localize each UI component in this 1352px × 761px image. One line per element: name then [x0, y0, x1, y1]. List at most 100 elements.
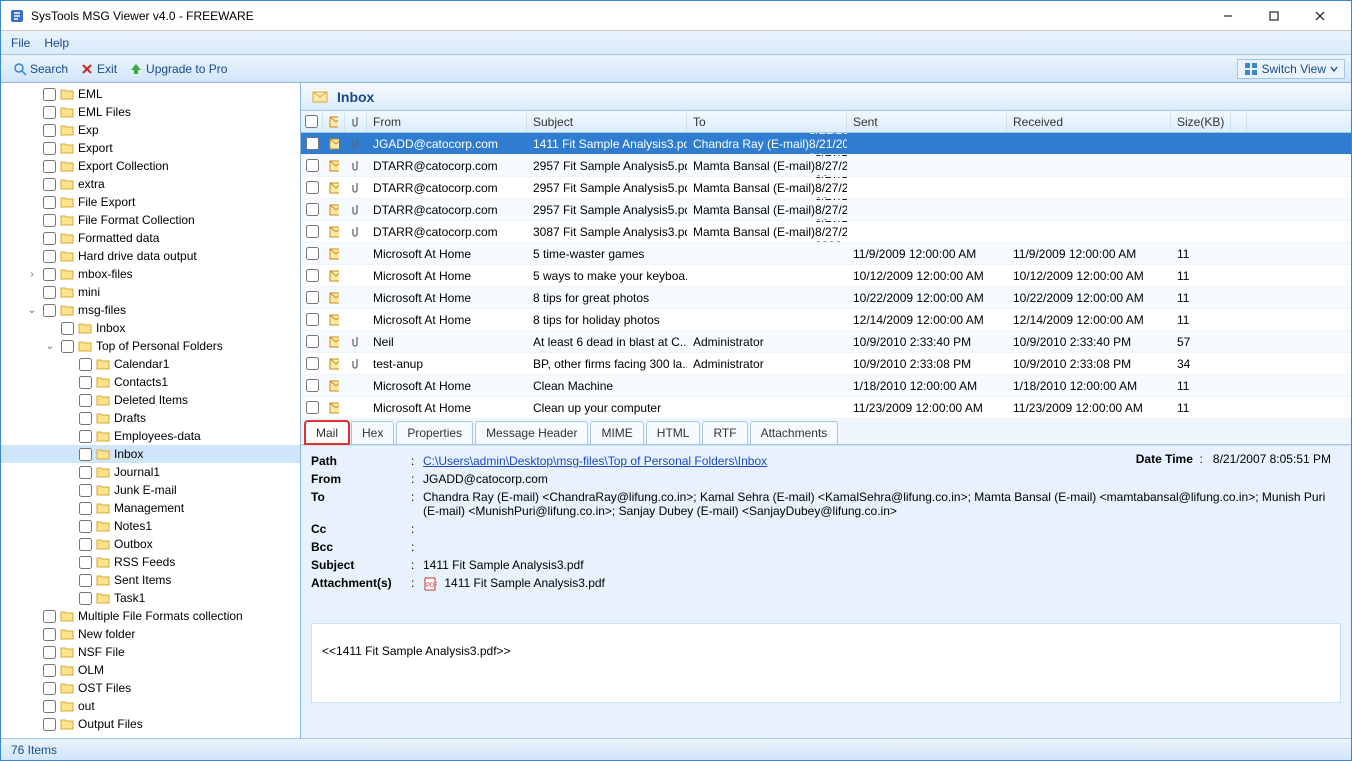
tab-message-header[interactable]: Message Header: [475, 421, 588, 444]
row-checkbox[interactable]: [306, 357, 319, 370]
tree-item[interactable]: Outbox: [1, 535, 300, 553]
tree-item[interactable]: Drafts: [1, 409, 300, 427]
tree-checkbox[interactable]: [79, 520, 92, 533]
tree-item[interactable]: OST Files: [1, 679, 300, 697]
tree-item[interactable]: Task1: [1, 589, 300, 607]
tree-item[interactable]: mini: [1, 283, 300, 301]
col-received[interactable]: Received: [1007, 111, 1171, 132]
tree-checkbox[interactable]: [43, 88, 56, 101]
tree-checkbox[interactable]: [43, 628, 56, 641]
tree-checkbox[interactable]: [61, 340, 74, 353]
tree-item[interactable]: extra: [1, 175, 300, 193]
tree-item[interactable]: Contacts1: [1, 373, 300, 391]
tree-checkbox[interactable]: [79, 556, 92, 569]
mail-row[interactable]: NeilAt least 6 dead in blast at C...Admi…: [301, 331, 1351, 353]
mail-row[interactable]: DTARR@catocorp.com2957 Fit Sample Analys…: [301, 155, 1351, 177]
tree-item[interactable]: Exp: [1, 121, 300, 139]
search-button[interactable]: Search: [7, 60, 74, 78]
upgrade-button[interactable]: Upgrade to Pro: [123, 60, 233, 78]
select-all-checkbox[interactable]: [305, 115, 318, 128]
tree-item[interactable]: File Export: [1, 193, 300, 211]
tree-checkbox[interactable]: [43, 682, 56, 695]
tree-checkbox[interactable]: [79, 358, 92, 371]
tree-item[interactable]: ›mbox-files: [1, 265, 300, 283]
tree-checkbox[interactable]: [43, 718, 56, 731]
col-checkbox[interactable]: [301, 111, 323, 132]
mail-row[interactable]: JGADD@catocorp.com1411 Fit Sample Analys…: [301, 133, 1351, 155]
tree-checkbox[interactable]: [79, 466, 92, 479]
tree-checkbox[interactable]: [43, 250, 56, 263]
tree-item[interactable]: Export: [1, 139, 300, 157]
tree-checkbox[interactable]: [43, 196, 56, 209]
tree-item[interactable]: Employees-data: [1, 427, 300, 445]
tree-item[interactable]: EML Files: [1, 103, 300, 121]
tree-checkbox[interactable]: [79, 430, 92, 443]
tree-item[interactable]: ⌄Top of Personal Folders: [1, 337, 300, 355]
tab-attachments[interactable]: Attachments: [750, 421, 839, 444]
tree-item[interactable]: ⌄msg-files: [1, 301, 300, 319]
row-checkbox[interactable]: [306, 203, 319, 216]
mail-grid[interactable]: JGADD@catocorp.com1411 Fit Sample Analys…: [301, 133, 1351, 419]
mail-row[interactable]: test-anupBP, other firms facing 300 la..…: [301, 353, 1351, 375]
row-checkbox[interactable]: [306, 291, 319, 304]
tree-item[interactable]: RSS Feeds: [1, 553, 300, 571]
mail-row[interactable]: Microsoft At Home8 tips for holiday phot…: [301, 309, 1351, 331]
tree-item[interactable]: Inbox: [1, 319, 300, 337]
tree-checkbox[interactable]: [79, 376, 92, 389]
tree-checkbox[interactable]: [43, 178, 56, 191]
mail-row[interactable]: Microsoft At Home5 time-waster games11/9…: [301, 243, 1351, 265]
tree-item[interactable]: out: [1, 697, 300, 715]
tab-mime[interactable]: MIME: [590, 421, 643, 444]
tree-item[interactable]: Sent Items: [1, 571, 300, 589]
tree-item[interactable]: NSF File: [1, 643, 300, 661]
col-envelope-icon[interactable]: [323, 111, 345, 132]
tree-item[interactable]: Deleted Items: [1, 391, 300, 409]
path-link[interactable]: C:\Users\admin\Desktop\msg-files\Top of …: [423, 454, 767, 468]
tree-checkbox[interactable]: [43, 268, 56, 281]
row-checkbox[interactable]: [306, 313, 319, 326]
tree-item[interactable]: Inbox: [1, 445, 300, 463]
tree-checkbox[interactable]: [43, 286, 56, 299]
row-checkbox[interactable]: [306, 159, 319, 172]
expander-icon[interactable]: ⌄: [43, 341, 57, 352]
switch-view-button[interactable]: Switch View: [1237, 59, 1345, 79]
col-size[interactable]: Size(KB): [1171, 111, 1231, 132]
col-attachment-icon[interactable]: [345, 111, 367, 132]
row-checkbox[interactable]: [306, 401, 319, 414]
tree-checkbox[interactable]: [43, 646, 56, 659]
menu-help[interactable]: Help: [44, 36, 69, 50]
menu-file[interactable]: File: [11, 36, 30, 50]
mail-row[interactable]: DTARR@catocorp.com2957 Fit Sample Analys…: [301, 177, 1351, 199]
row-checkbox[interactable]: [306, 181, 319, 194]
tree-checkbox[interactable]: [43, 700, 56, 713]
tree-item[interactable]: Export Collection: [1, 157, 300, 175]
tab-html[interactable]: HTML: [646, 421, 701, 444]
tab-properties[interactable]: Properties: [396, 421, 473, 444]
tree-checkbox[interactable]: [79, 412, 92, 425]
tree-item[interactable]: Multiple File Formats collection: [1, 607, 300, 625]
row-checkbox[interactable]: [306, 335, 319, 348]
tree-checkbox[interactable]: [43, 304, 56, 317]
mail-row[interactable]: Microsoft At Home5 ways to make your key…: [301, 265, 1351, 287]
mail-row[interactable]: Microsoft At HomeClean Machine1/18/2010 …: [301, 375, 1351, 397]
tree-item[interactable]: Notes1: [1, 517, 300, 535]
mail-row[interactable]: Microsoft At HomeClean up your computer1…: [301, 397, 1351, 419]
tree-item[interactable]: File Format Collection: [1, 211, 300, 229]
tree-checkbox[interactable]: [79, 394, 92, 407]
tab-hex[interactable]: Hex: [351, 421, 394, 444]
row-checkbox[interactable]: [306, 379, 319, 392]
tree-checkbox[interactable]: [43, 124, 56, 137]
tree-checkbox[interactable]: [79, 574, 92, 587]
attach-value[interactable]: PDF 1411 Fit Sample Analysis3.pdf: [423, 576, 1341, 591]
tree-checkbox[interactable]: [43, 142, 56, 155]
tree-checkbox[interactable]: [79, 592, 92, 605]
tree-checkbox[interactable]: [79, 502, 92, 515]
tree-item[interactable]: Junk E-mail: [1, 481, 300, 499]
row-checkbox[interactable]: [306, 269, 319, 282]
tree-item[interactable]: Hard drive data output: [1, 247, 300, 265]
close-button[interactable]: [1297, 1, 1343, 31]
tree-checkbox[interactable]: [43, 232, 56, 245]
mail-row[interactable]: DTARR@catocorp.com2957 Fit Sample Analys…: [301, 199, 1351, 221]
tree-checkbox[interactable]: [79, 448, 92, 461]
row-checkbox[interactable]: [306, 137, 319, 150]
